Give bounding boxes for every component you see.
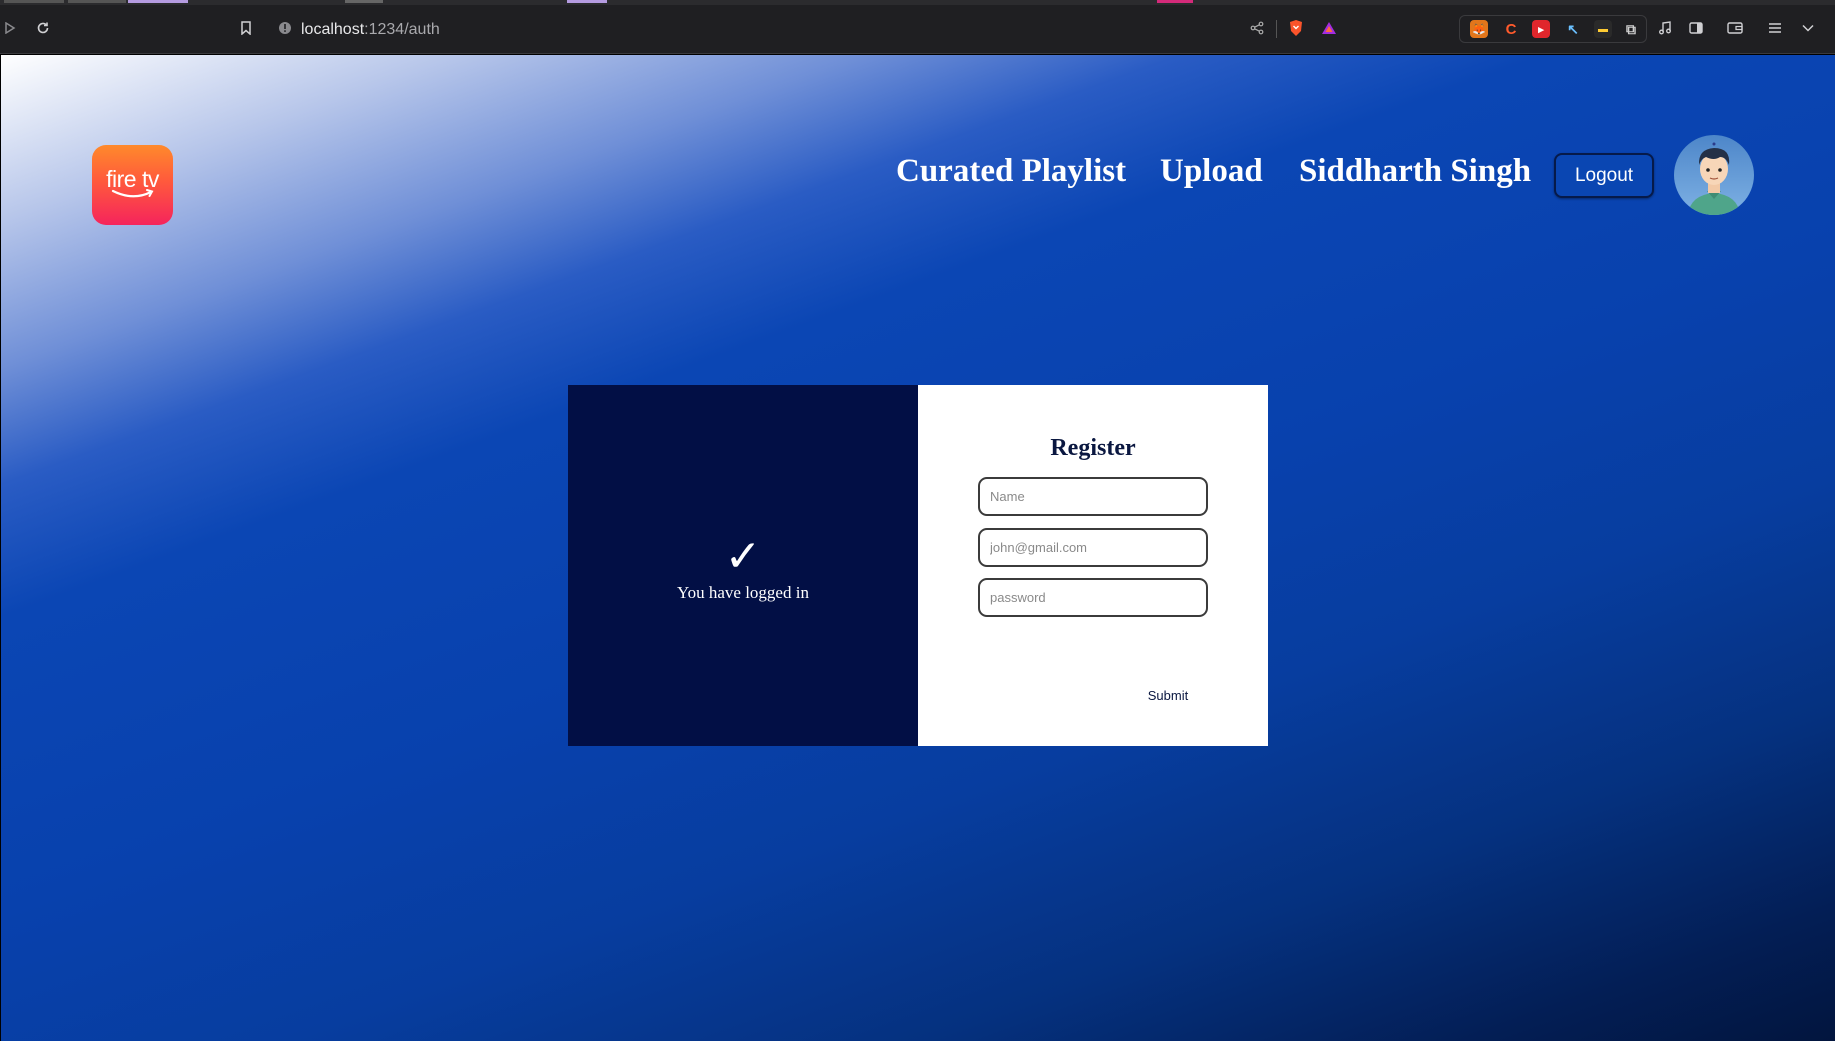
logout-button[interactable]: Logout xyxy=(1554,153,1654,198)
extension-c-icon[interactable]: C xyxy=(1502,20,1520,38)
brave-rewards-icon[interactable] xyxy=(1318,17,1340,39)
tab[interactable] xyxy=(567,0,607,3)
extensions-group: 🦊 C ▸ ↖ ▬ ⧉ xyxy=(1459,15,1647,43)
login-status-panel: ✓ You have logged in xyxy=(568,385,918,746)
register-title: Register xyxy=(1050,435,1136,461)
password-input[interactable] xyxy=(978,578,1208,617)
cursor-extension-icon[interactable]: ↖ xyxy=(1564,20,1582,38)
reload-icon[interactable] xyxy=(32,17,54,39)
site-info-icon[interactable] xyxy=(274,17,296,39)
login-status-message: You have logged in xyxy=(677,582,809,602)
tab[interactable] xyxy=(4,0,64,3)
nav-upload[interactable]: Upload xyxy=(1160,151,1263,191)
smile-arrow-icon xyxy=(111,188,153,197)
tab[interactable] xyxy=(1157,0,1193,3)
puzzle-icon[interactable]: ⧉ xyxy=(1622,20,1640,38)
chevron-down-icon[interactable] xyxy=(1797,17,1819,39)
share-icon[interactable] xyxy=(1246,17,1268,39)
nav-user-name[interactable]: Siddharth Singh xyxy=(1299,151,1531,191)
youtube-extension-icon[interactable]: ▸ xyxy=(1532,20,1550,38)
wallet-icon[interactable] xyxy=(1724,17,1746,39)
url-host: localhost xyxy=(301,21,365,38)
avatar[interactable] xyxy=(1674,135,1754,215)
nav-curated-playlist[interactable]: Curated Playlist xyxy=(896,151,1126,191)
music-icon[interactable] xyxy=(1654,17,1676,39)
tab[interactable] xyxy=(128,0,188,3)
user-avatar-illustration xyxy=(1688,142,1740,215)
tab[interactable] xyxy=(68,0,126,3)
register-form: Register Submit xyxy=(918,385,1268,746)
email-input[interactable] xyxy=(978,528,1208,567)
firetv-logo[interactable]: fire tv xyxy=(92,145,173,225)
url-path: :1234/auth xyxy=(364,21,440,38)
submit-button[interactable]: Submit xyxy=(1138,685,1198,705)
page-viewport: fire tv Curated Playlist Upload Siddhart… xyxy=(1,55,1835,1041)
brave-shield-icon[interactable] xyxy=(1285,17,1307,39)
browser-toolbar: localhost:1234/auth 🦊 C ▸ ↖ ▬ ⧉ xyxy=(0,5,1835,54)
name-input[interactable] xyxy=(978,477,1208,516)
bookmark-icon[interactable] xyxy=(235,17,257,39)
tab[interactable] xyxy=(345,0,383,3)
toolbar-divider xyxy=(1276,20,1277,38)
address-bar[interactable]: localhost:1234/auth xyxy=(301,21,440,39)
sidebar-icon[interactable] xyxy=(1685,17,1707,39)
play-icon[interactable] xyxy=(0,17,21,39)
dark-extension-icon[interactable]: ▬ xyxy=(1594,20,1612,38)
metamask-icon[interactable]: 🦊 xyxy=(1470,20,1488,38)
checkmark-icon: ✓ xyxy=(724,530,762,582)
menu-icon[interactable] xyxy=(1764,17,1786,39)
